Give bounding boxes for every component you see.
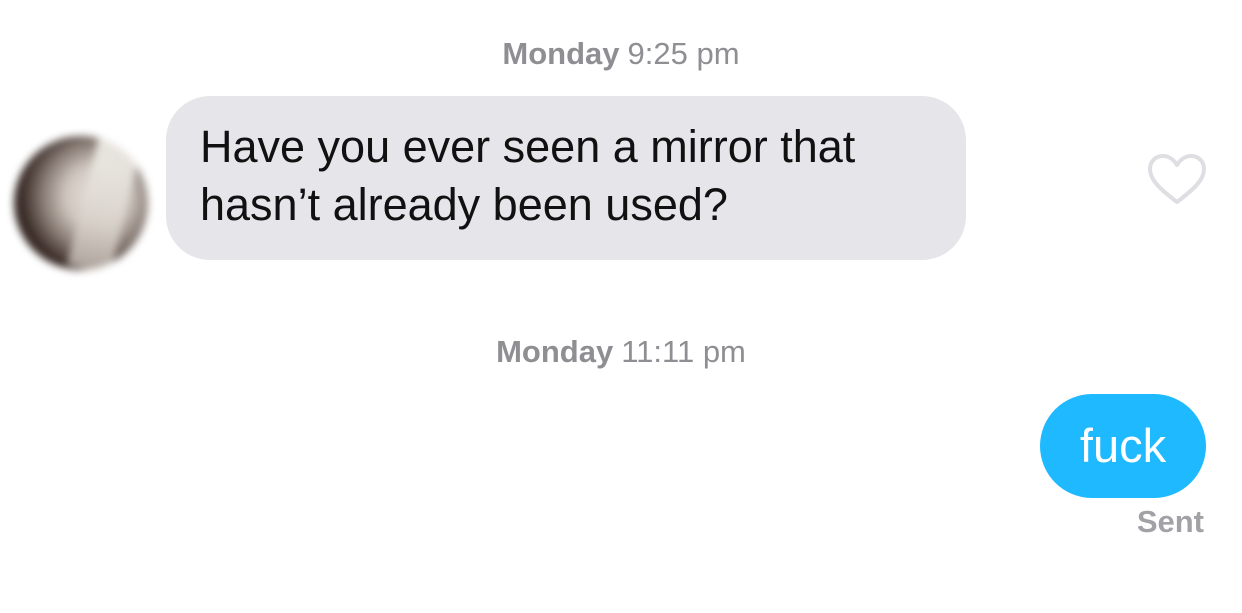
timestamp-day: Monday — [502, 36, 620, 71]
heart-icon[interactable] — [1146, 152, 1208, 206]
timestamp-time: 9:25 pm — [627, 36, 740, 71]
timestamp-day: Monday — [496, 334, 614, 369]
message-text: fuck — [1079, 419, 1167, 472]
message-timestamp: Monday 11:11 pm — [0, 334, 1242, 370]
delivery-status: Sent — [1136, 504, 1204, 539]
timestamp-time: 11:11 pm — [621, 334, 746, 369]
contact-avatar[interactable] — [14, 136, 148, 270]
message-line: Have you ever seen a mirror that — [200, 121, 856, 172]
incoming-message-bubble[interactable]: Have you ever seen a mirror that hasn’t … — [166, 96, 966, 260]
message-timestamp: Monday 9:25 pm — [0, 36, 1242, 72]
message-line: hasn’t already been used? — [200, 179, 728, 230]
outgoing-message-bubble[interactable]: fuck — [1040, 394, 1206, 498]
